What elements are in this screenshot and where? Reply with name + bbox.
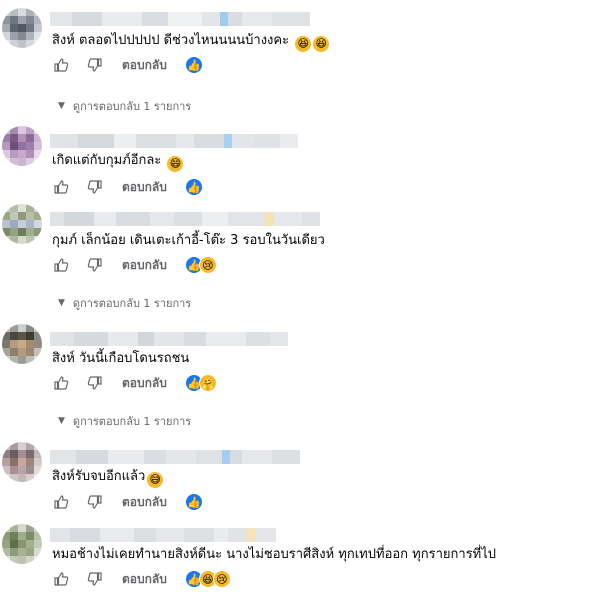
avatar[interactable]: [2, 126, 42, 166]
grinning-sweat-emoji: 😅: [147, 472, 164, 488]
reply-button[interactable]: ตอบกลับ: [122, 374, 167, 393]
chevron-down-icon: ▼: [58, 101, 65, 111]
thumbs-down-icon[interactable]: [86, 374, 104, 392]
laughing-emoji: 😆: [295, 36, 312, 52]
reply-button[interactable]: ตอบกลับ: [122, 56, 167, 75]
reply-button[interactable]: ตอบกลับ: [122, 256, 167, 275]
comment-text: สิงห์รับจบอีกแล้ว 😅: [52, 468, 164, 488]
view-replies-label: ดูการตอบกลับ 1 รายการ: [72, 415, 192, 428]
view-replies-label: ดูการตอบกลับ 1 รายการ: [72, 297, 192, 310]
avatar[interactable]: [2, 324, 42, 364]
comment-text: กุมภ์ เล็กน้อย เดินเตะเก้าอี้-โต๊ะ 3 รอบ…: [52, 232, 325, 250]
comment-actions: ตอบกลับ 👍 😢: [52, 256, 217, 275]
comment-body: สิงห์ ตลอดไปปปปป ดีช่วงไหนนนนบ้างงคะ: [52, 33, 290, 48]
view-replies-link[interactable]: ▼ ดูการตอบกลับ 1 รายการ: [58, 412, 191, 430]
commenter-name-blurred[interactable]: [50, 12, 310, 26]
sad-reaction-icon: 😢: [212, 570, 231, 588]
comment-actions: ตอบกลับ 👍: [52, 56, 203, 75]
avatar[interactable]: [2, 8, 42, 48]
view-replies-label: ดูการตอบกลับ 1 รายการ: [72, 100, 192, 113]
comment-actions: ตอบกลับ 👍 😆 😢: [52, 570, 231, 589]
comment-text: สิงห์ ตลอดไปปปปป ดีช่วงไหนนนนบ้างงคะ 😆 😆: [52, 32, 330, 52]
reaction-summary[interactable]: 👍 🤗: [184, 374, 217, 392]
thumbs-down-icon[interactable]: [86, 178, 104, 196]
commenter-name-blurred[interactable]: [50, 332, 288, 346]
care-reaction-icon: 🤗: [198, 374, 217, 392]
comment-body: กุมภ์ เล็กน้อย เดินเตะเก้าอี้-โต๊ะ 3 รอบ…: [52, 233, 325, 248]
thumbs-up-icon[interactable]: [52, 374, 70, 392]
chevron-down-icon: ▼: [58, 416, 65, 426]
comment-text: เกิดแต่กับกุมภ์อีกละ 😄: [52, 152, 184, 172]
commenter-name-blurred[interactable]: [50, 528, 276, 542]
reaction-summary[interactable]: 👍 😆 😢: [184, 570, 231, 588]
reply-button[interactable]: ตอบกลับ: [122, 570, 167, 589]
chevron-down-icon: ▼: [58, 298, 65, 308]
thumbs-down-icon[interactable]: [86, 493, 104, 511]
commenter-name-blurred[interactable]: [50, 134, 298, 148]
reply-button[interactable]: ตอบกลับ: [122, 493, 167, 512]
comment-body: สิงห์ วันนี้เกือบโดนรถชน: [52, 351, 190, 366]
comment-actions: ตอบกลับ 👍: [52, 493, 203, 512]
reaction-summary[interactable]: 👍: [184, 178, 203, 196]
sad-reaction-icon: 😢: [198, 256, 217, 274]
reaction-summary[interactable]: 👍 😢: [184, 256, 217, 274]
thumbs-down-icon[interactable]: [86, 256, 104, 274]
like-reaction-icon: 👍: [184, 178, 203, 196]
avatar[interactable]: [2, 442, 42, 482]
commenter-name-blurred[interactable]: [50, 450, 300, 464]
like-reaction-icon: 👍: [184, 493, 203, 511]
comment-body: สิงห์รับจบอีกแล้ว: [52, 469, 146, 484]
avatar[interactable]: [2, 204, 42, 244]
thumbs-up-icon[interactable]: [52, 256, 70, 274]
comment-text: สิงห์ วันนี้เกือบโดนรถชน: [52, 350, 189, 368]
thumbs-up-icon[interactable]: [52, 56, 70, 74]
comment-body: หมอช้างไม่เคยทำนายสิงห์ดีนะ นางไม่ชอบราศ…: [52, 547, 497, 562]
thumbs-down-icon[interactable]: [86, 56, 104, 74]
like-reaction-icon: 👍: [184, 56, 203, 74]
thumbs-up-icon[interactable]: [52, 570, 70, 588]
reaction-summary[interactable]: 👍: [184, 56, 203, 74]
commenter-name-blurred[interactable]: [50, 212, 320, 226]
smiling-emoji: 😄: [167, 156, 184, 172]
view-replies-link[interactable]: ▼ ดูการตอบกลับ 1 รายการ: [58, 294, 191, 312]
laughing-emoji: 😆: [313, 36, 330, 52]
comment-actions: ตอบกลับ 👍 🤗: [52, 374, 217, 393]
comment-body: เกิดแต่กับกุมภ์อีกละ: [52, 153, 162, 168]
reply-button[interactable]: ตอบกลับ: [122, 178, 167, 197]
thumbs-up-icon[interactable]: [52, 178, 70, 196]
reaction-summary[interactable]: 👍: [184, 493, 203, 511]
thumbs-up-icon[interactable]: [52, 493, 70, 511]
view-replies-link[interactable]: ▼ ดูการตอบกลับ 1 รายการ: [58, 97, 191, 115]
comment-actions: ตอบกลับ 👍: [52, 178, 203, 197]
comment-text: หมอช้างไม่เคยทำนายสิงห์ดีนะ นางไม่ชอบราศ…: [52, 546, 496, 564]
avatar[interactable]: [2, 524, 42, 564]
thumbs-down-icon[interactable]: [86, 570, 104, 588]
